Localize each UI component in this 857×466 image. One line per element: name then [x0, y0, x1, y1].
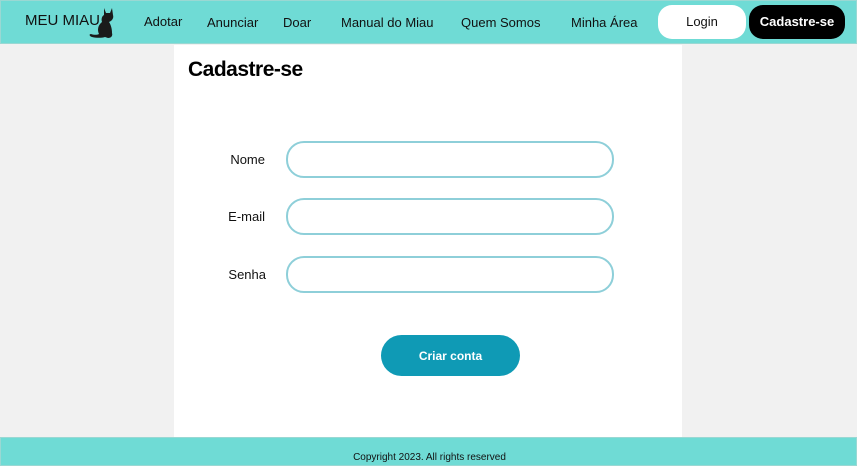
signup-button[interactable]: Cadastre-se [749, 5, 845, 39]
password-field[interactable] [286, 256, 614, 293]
signup-panel [174, 45, 682, 437]
copyright-text: Copyright 2023. All rights reserved [353, 452, 506, 463]
password-label: Senha [228, 267, 266, 282]
email-label: E-mail [228, 209, 265, 224]
page-title: Cadastre-se [188, 58, 303, 81]
nav-doar[interactable]: Doar [283, 15, 311, 30]
nav-quem-somos[interactable]: Quem Somos [461, 15, 540, 30]
nav-minha-area[interactable]: Minha Área [571, 15, 637, 30]
nav-adotar[interactable]: Adotar [144, 14, 182, 29]
create-account-button[interactable]: Criar conta [381, 335, 520, 376]
name-label: Nome [230, 152, 265, 167]
nav-manual-do-miau[interactable]: Manual do Miau [341, 15, 434, 30]
login-button[interactable]: Login [658, 5, 746, 39]
top-navbar: MEU MIAU Adotar Anunciar Doar Manual do … [0, 0, 857, 44]
email-field[interactable] [286, 198, 614, 235]
footer: Copyright 2023. All rights reserved [0, 437, 857, 466]
nav-anunciar[interactable]: Anunciar [207, 15, 258, 30]
name-field[interactable] [286, 141, 614, 178]
cat-logo-icon[interactable] [87, 5, 119, 41]
